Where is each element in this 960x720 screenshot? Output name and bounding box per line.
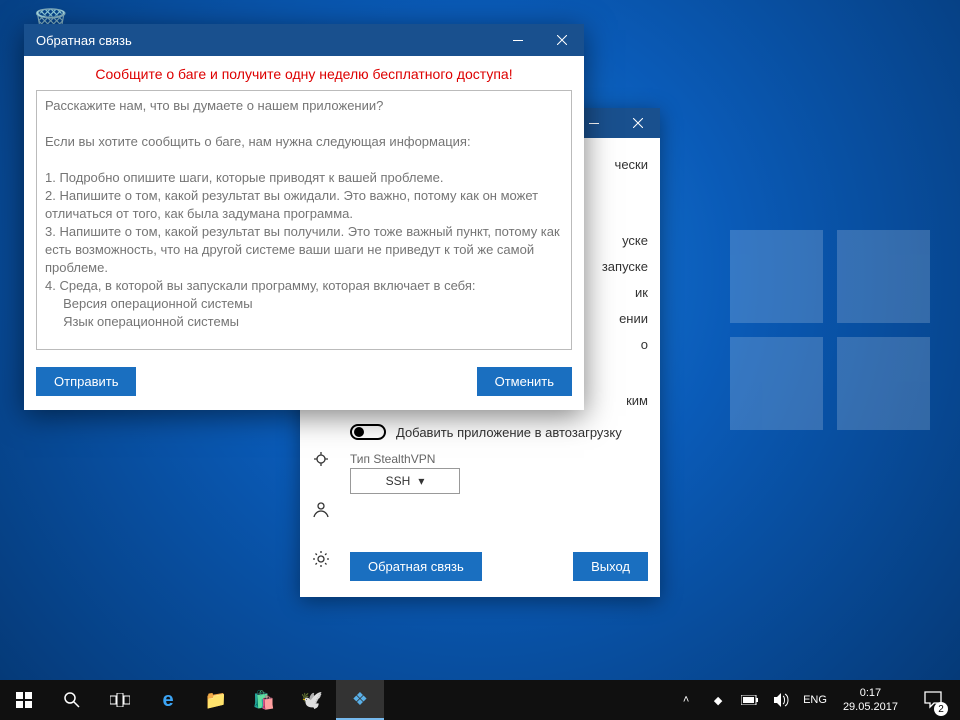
- stealth-type-label: Тип StealthVPN: [350, 452, 648, 466]
- feedback-close-button[interactable]: [540, 24, 584, 56]
- taskbar-store[interactable]: 🛍️: [240, 680, 288, 720]
- send-button[interactable]: Отправить: [36, 367, 136, 396]
- nav-account-icon[interactable]: [310, 498, 332, 520]
- tray-battery-icon[interactable]: [739, 680, 761, 720]
- tray-time: 0:17: [843, 686, 898, 700]
- cancel-button[interactable]: Отменить: [477, 367, 572, 396]
- stealth-type-value: SSH: [386, 474, 411, 488]
- store-icon: 🛍️: [253, 690, 275, 711]
- settings-close-button[interactable]: [616, 108, 660, 138]
- feedback-dialog: Обратная связь Сообщите о баге и получит…: [24, 24, 584, 410]
- feedback-headline: Сообщите о баге и получите одну неделю б…: [36, 66, 572, 82]
- folder-icon: 📁: [205, 690, 227, 711]
- mail-icon: 🕊️: [301, 690, 323, 711]
- feedback-titlebar: Обратная связь: [24, 24, 584, 56]
- taskview-button[interactable]: [96, 680, 144, 720]
- edge-icon: e: [162, 689, 173, 712]
- notification-badge: 2: [934, 702, 948, 716]
- taskbar-thunderbird[interactable]: 🕊️: [288, 680, 336, 720]
- windows-logo-wallpaper: [730, 230, 930, 430]
- nav-settings-icon[interactable]: [310, 548, 332, 570]
- tray-clock[interactable]: 0:17 29.05.2017: [837, 686, 904, 714]
- taskbar-vpn-app[interactable]: ❖: [336, 680, 384, 720]
- desktop: 🗑️ Ко... 🛡️ Sec... чески уске запуске ик…: [0, 0, 960, 680]
- taskbar-edge[interactable]: e: [144, 680, 192, 720]
- feedback-minimize-button[interactable]: [496, 24, 540, 56]
- tray-date: 29.05.2017: [843, 700, 898, 714]
- feedback-title: Обратная связь: [36, 33, 132, 48]
- taskbar: e 📁 🛍️ 🕊️ ❖ ˄ ◆ ENG 0:17 29.05.2017 2: [0, 680, 960, 720]
- vpn-icon: ❖: [352, 689, 368, 710]
- system-tray: ˄ ◆ ENG 0:17 29.05.2017 2: [675, 680, 960, 720]
- nav-connect-icon[interactable]: [310, 448, 332, 470]
- search-button[interactable]: [48, 680, 96, 720]
- start-button[interactable]: [0, 680, 48, 720]
- taskbar-explorer[interactable]: 📁: [192, 680, 240, 720]
- tray-chevron-up-icon[interactable]: ˄: [675, 680, 697, 720]
- autoload-toggle[interactable]: [350, 424, 386, 440]
- stealth-type-select[interactable]: SSH ▾: [350, 468, 460, 494]
- action-center-button[interactable]: 2: [914, 680, 952, 720]
- tray-language[interactable]: ENG: [803, 694, 827, 706]
- exit-button[interactable]: Выход: [573, 552, 648, 581]
- feedback-textarea[interactable]: [36, 90, 572, 350]
- tray-app-icon[interactable]: ◆: [707, 680, 729, 720]
- autoload-label: Добавить приложение в автозагрузку: [396, 425, 622, 440]
- chevron-down-icon: ▾: [418, 474, 424, 488]
- feedback-open-button[interactable]: Обратная связь: [350, 552, 482, 581]
- tray-volume-icon[interactable]: [771, 680, 793, 720]
